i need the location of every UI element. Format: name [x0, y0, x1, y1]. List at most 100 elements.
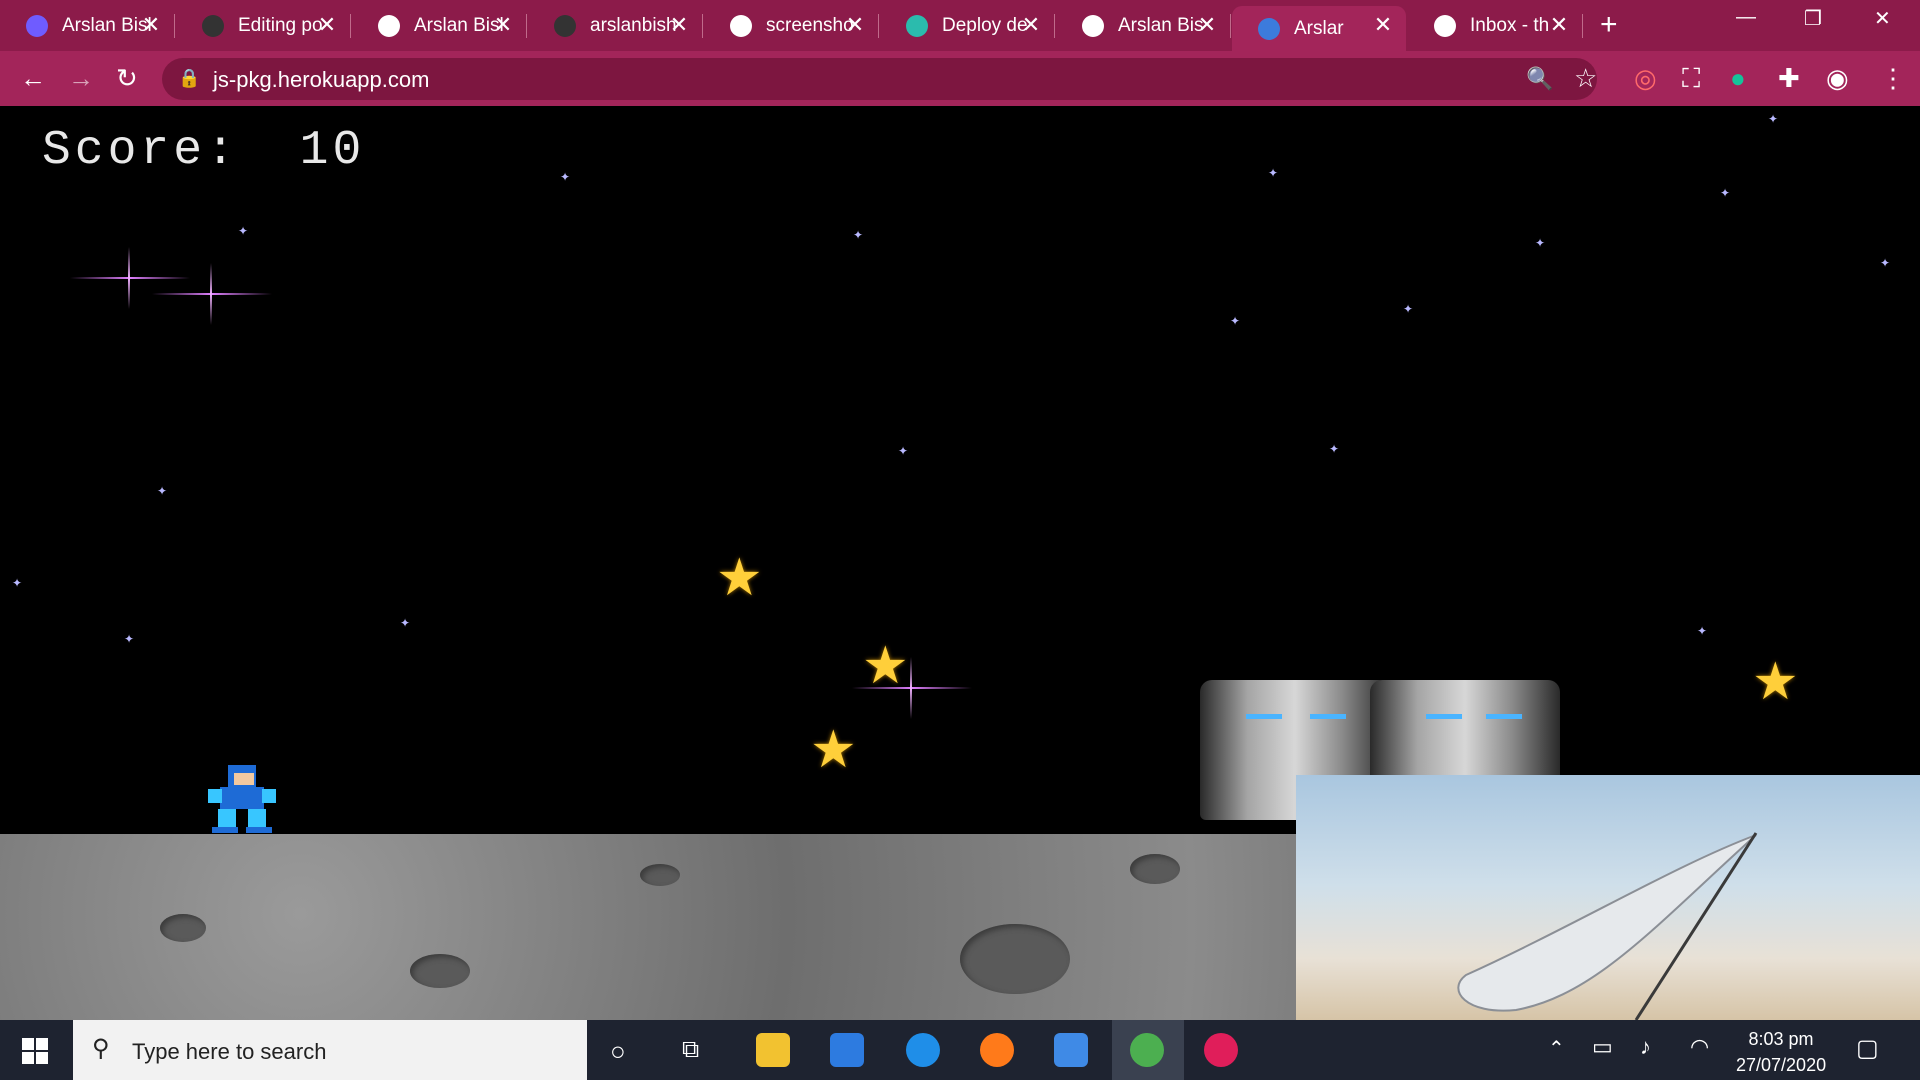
- crater: [410, 954, 470, 988]
- new-tab-button[interactable]: +: [1600, 8, 1618, 42]
- extensions-puzzle-icon[interactable]: ✚: [1778, 63, 1800, 94]
- tab-separator: [174, 14, 175, 38]
- slack-icon[interactable]: [1204, 1033, 1238, 1067]
- file-explorer-icon[interactable]: [756, 1033, 790, 1067]
- search-placeholder[interactable]: Type here to search: [132, 1039, 326, 1065]
- tab-close-icon[interactable]: ✕: [1194, 12, 1220, 38]
- store-icon[interactable]: [830, 1033, 864, 1067]
- tab-separator: [702, 14, 703, 38]
- clock-time: 8:03 pm: [1748, 1029, 1814, 1049]
- volume-icon[interactable]: ♪: [1640, 1034, 1651, 1060]
- extension-swirl-icon[interactable]: ◎: [1634, 63, 1657, 94]
- tiny-star: ✦: [1720, 186, 1731, 200]
- tab-close-icon[interactable]: ✕: [842, 12, 868, 38]
- tiny-star: ✦: [238, 224, 249, 238]
- tab-close-icon[interactable]: ✕: [490, 12, 516, 38]
- tab-4[interactable]: screensho ✕: [704, 6, 879, 45]
- task-view-icon[interactable]: ⧉: [682, 1036, 699, 1064]
- back-icon[interactable]: ←: [20, 63, 46, 94]
- tab-6[interactable]: Arslan Bis ✕: [1056, 6, 1231, 45]
- picture-in-picture-video[interactable]: [1296, 775, 1920, 1020]
- minimize-button[interactable]: —: [1736, 6, 1756, 29]
- tiny-star: ✦: [124, 632, 135, 646]
- sparkle-star: [152, 263, 272, 325]
- tab-1[interactable]: Editing po ✕: [176, 6, 351, 45]
- tab-0[interactable]: Arslan Bisl ✕: [0, 6, 175, 45]
- enemy-eye: [1246, 714, 1282, 719]
- enemy-eye: [1426, 714, 1462, 719]
- screenshot-extension-icon[interactable]: ⛶: [1682, 63, 1700, 95]
- tab-close-icon[interactable]: ✕: [314, 12, 340, 38]
- gmail-icon: [1434, 14, 1456, 37]
- bookmark-star-icon[interactable]: ☆: [1574, 63, 1597, 94]
- tab-8[interactable]: Inbox - th ✕: [1408, 6, 1583, 45]
- tiny-star: ✦: [1697, 624, 1708, 638]
- tiny-star: ✦: [1268, 166, 1279, 180]
- collectible-star: ★: [716, 549, 763, 607]
- score-value: 10: [299, 124, 366, 178]
- browser-toolbar: ← → ↻ 🔒 js-pkg.herokuapp.com 🔍 ☆ ◎ ⛶ ● ✚…: [0, 51, 1920, 106]
- url-text[interactable]: js-pkg.herokuapp.com: [213, 67, 429, 93]
- close-window-button[interactable]: ✕: [1874, 6, 1891, 31]
- globe-icon: [1082, 14, 1104, 37]
- globe-icon: [730, 14, 752, 37]
- tiny-star: ✦: [12, 576, 23, 590]
- firefox-icon[interactable]: [980, 1033, 1014, 1067]
- crater: [960, 924, 1070, 994]
- github-icon: [202, 14, 224, 37]
- tiny-star: ✦: [1230, 314, 1241, 328]
- tiny-star: ✦: [898, 444, 909, 458]
- search-icon: ⚲: [92, 1035, 110, 1062]
- score-display: Score: 10: [42, 124, 365, 178]
- collectible-star: ★: [1752, 653, 1799, 711]
- netlify-icon: [906, 14, 928, 37]
- tab-separator: [1582, 14, 1583, 38]
- tiny-star: ✦: [400, 616, 411, 630]
- tab-3[interactable]: arslanbish ✕: [528, 6, 703, 45]
- ie-icon: [1258, 17, 1280, 40]
- cortana-icon[interactable]: ○: [610, 1036, 626, 1067]
- player-sprite: [208, 765, 276, 833]
- tab-2[interactable]: Arslan Bisl ✕: [352, 6, 527, 45]
- github-icon: [554, 14, 576, 37]
- kite-illustration: [1457, 832, 1758, 1020]
- zoom-icon[interactable]: 🔍: [1526, 66, 1553, 92]
- edge-icon[interactable]: [906, 1033, 940, 1067]
- tab-separator: [350, 14, 351, 38]
- tiny-star: ✦: [1880, 256, 1891, 270]
- crater: [640, 864, 680, 886]
- tab-separator: [1054, 14, 1055, 38]
- tiny-star: ✦: [1535, 236, 1546, 250]
- tab-close-icon[interactable]: ✕: [1546, 12, 1572, 38]
- forward-icon[interactable]: →: [68, 63, 94, 94]
- taskbar-clock[interactable]: 8:03 pm 27/07/2020: [1736, 1026, 1826, 1078]
- show-hidden-icons-icon[interactable]: ⌃: [1548, 1036, 1565, 1061]
- tab-close-icon[interactable]: ✕: [1018, 12, 1044, 38]
- crater: [1130, 854, 1180, 884]
- tab-separator: [526, 14, 527, 38]
- reload-icon[interactable]: ↻: [116, 63, 138, 94]
- wifi-icon[interactable]: ◠: [1690, 1034, 1709, 1060]
- tab-close-icon[interactable]: ✕: [138, 12, 164, 38]
- score-label: Score:: [42, 124, 239, 178]
- tiny-star: ✦: [1329, 442, 1340, 456]
- tab-5[interactable]: Deploy de ✕: [880, 6, 1055, 45]
- tiny-star: ✦: [1768, 112, 1779, 126]
- battery-icon[interactable]: ▭: [1592, 1034, 1613, 1060]
- enemy-eye: [1310, 714, 1346, 719]
- tab-close-icon[interactable]: ✕: [666, 12, 692, 38]
- menu-icon[interactable]: ⋮: [1880, 63, 1906, 94]
- profile-avatar[interactable]: ◉: [1826, 63, 1849, 94]
- globe-icon: [378, 14, 400, 37]
- tab-7[interactable]: Arslar ✕: [1232, 6, 1406, 51]
- chrome-icon[interactable]: [1130, 1033, 1164, 1067]
- tab-separator: [1230, 14, 1231, 38]
- collectible-star: ★: [810, 721, 857, 779]
- tab-close-icon[interactable]: ✕: [1370, 12, 1396, 38]
- notifications-icon[interactable]: ▢: [1856, 1034, 1879, 1063]
- collectible-star: ★: [862, 637, 909, 695]
- grammarly-icon[interactable]: ●: [1730, 63, 1746, 94]
- restore-button[interactable]: ❐: [1804, 6, 1822, 31]
- mail-icon[interactable]: [1054, 1033, 1088, 1067]
- start-button[interactable]: [22, 1038, 48, 1064]
